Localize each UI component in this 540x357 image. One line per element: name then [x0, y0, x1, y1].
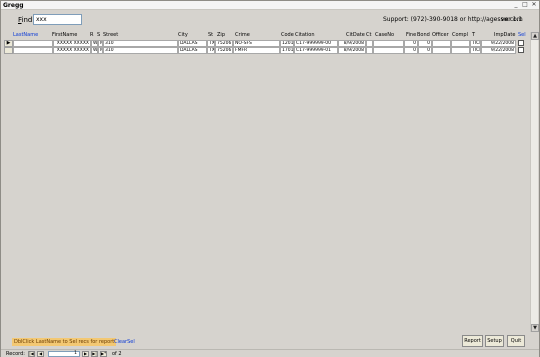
table-row[interactable]: ▶ XXXXX XXXXX W M 310 DALLAS TX 75206 NO… [4, 40, 529, 47]
form-window: Gregg _ □ ✕ Find: xxx Support: (972)-390… [0, 0, 540, 357]
col-citdate: CitDate [346, 32, 365, 38]
cell-zip[interactable]: 75206 [215, 40, 233, 47]
col-impdate: ImpDate [494, 32, 516, 38]
sel-checkbox[interactable] [518, 47, 524, 53]
col-sel[interactable]: Sel [518, 32, 526, 38]
report-button[interactable]: Report [462, 335, 483, 347]
cell-t[interactable]: TICK [470, 47, 481, 54]
col-fine: Fine [406, 32, 417, 38]
window-title: Gregg [3, 2, 24, 9]
cell-city[interactable]: DALLAS [178, 40, 207, 47]
clearsel-link[interactable]: ClearSel [114, 339, 135, 345]
of-label: of [112, 351, 117, 357]
minimize-icon[interactable]: _ [513, 2, 519, 8]
col-code: Code [281, 32, 294, 38]
cell-crime[interactable]: FMFR [233, 47, 280, 54]
col-t: T [472, 32, 476, 38]
cell-compl[interactable] [451, 47, 470, 54]
prev-record-icon[interactable]: ◀ [37, 351, 44, 357]
col-bond: Bond [417, 32, 430, 38]
version-text: ver 1.1 [501, 16, 523, 23]
cell-officer[interactable] [432, 40, 451, 47]
maximize-icon[interactable]: □ [522, 2, 528, 8]
hint-label: DblClick LastName to Sel recs for report [12, 338, 117, 346]
cell-impdate[interactable]: 9/22/2008 [481, 40, 516, 47]
setup-button[interactable]: Setup [485, 335, 504, 347]
col-firstname: FirstName [52, 32, 78, 38]
cell-code[interactable]: 1701 [280, 47, 294, 54]
col-crime: Crime [235, 32, 250, 38]
cell-officer[interactable] [432, 47, 451, 54]
col-citation: Citation [295, 32, 315, 38]
cell-fine[interactable]: 0 [404, 47, 418, 54]
cell-r[interactable]: W [91, 40, 98, 47]
title-bar: Gregg _ □ ✕ [1, 1, 539, 10]
col-zip: Zip [217, 32, 225, 38]
record-label: Record: [6, 351, 25, 357]
cell-st[interactable]: TX [207, 40, 215, 47]
record-count: of 2 [112, 351, 122, 357]
cell-citdate[interactable]: 8/9/2008 [338, 47, 366, 54]
cell-bond[interactable]: 0 [418, 47, 432, 54]
current-record-input[interactable]: 1 [48, 351, 80, 357]
total-records: 2 [118, 351, 122, 357]
col-compl: Compl [452, 32, 468, 38]
cell-zip[interactable]: 75206 [215, 47, 233, 54]
record-selector[interactable] [4, 47, 13, 54]
new-record-icon[interactable]: ▶* [100, 351, 107, 357]
cell-lastname[interactable] [13, 40, 53, 47]
cell-citdate[interactable]: 8/9/2008 [338, 40, 366, 47]
col-ct: Ct [366, 32, 372, 38]
col-city: City [178, 32, 188, 38]
table-row[interactable]: XXXXX XXXXX W M 310 DALLAS TX 75206 FMFR… [4, 47, 529, 54]
record-navigator: Record: |◀ ◀ 1 ▶ ▶| ▶* of 2 [1, 349, 539, 357]
window-controls: _ □ ✕ [513, 2, 537, 8]
cell-crime[interactable]: NO-SFS [233, 40, 280, 47]
col-officer: Officer [432, 32, 449, 38]
cell-code[interactable]: 1201 [280, 40, 294, 47]
cell-caseno[interactable] [373, 40, 404, 47]
cell-t[interactable]: TICK [470, 40, 481, 47]
close-icon[interactable]: ✕ [531, 2, 537, 8]
cell-compl[interactable] [451, 40, 470, 47]
record-selector[interactable]: ▶ [4, 40, 13, 47]
col-lastname[interactable]: LastName [13, 32, 38, 38]
col-s: S [97, 32, 101, 38]
cell-citation[interactable]: C17-999999-01 [294, 47, 338, 54]
scroll-down-icon[interactable]: ▼ [531, 324, 539, 332]
cell-ct[interactable] [366, 47, 373, 54]
next-record-icon[interactable]: ▶ [82, 351, 89, 357]
cell-impdate[interactable]: 9/22/2008 [481, 47, 516, 54]
col-st: St [208, 32, 214, 38]
cell-lastname[interactable] [13, 47, 53, 54]
cell-street[interactable]: 310 [103, 40, 178, 47]
cell-street[interactable]: 310 [103, 47, 178, 54]
col-r: R [90, 32, 94, 38]
scroll-up-icon[interactable]: ▲ [531, 32, 539, 40]
cell-st[interactable]: TX [207, 47, 215, 54]
cell-r[interactable]: W [91, 47, 98, 54]
cell-caseno[interactable] [373, 47, 404, 54]
cell-city[interactable]: DALLAS [178, 47, 207, 54]
cell-fine[interactable]: 0 [404, 40, 418, 47]
col-caseno: CaseNo [375, 32, 395, 38]
cell-firstname[interactable]: XXXXX XXXXX [53, 40, 91, 47]
cell-ct[interactable] [366, 40, 373, 47]
find-input[interactable]: xxx [33, 14, 82, 25]
last-record-icon[interactable]: ▶| [91, 351, 98, 357]
cell-bond[interactable]: 0 [418, 40, 432, 47]
cell-firstname[interactable]: XXXXX XXXXX [53, 47, 91, 54]
first-record-icon[interactable]: |◀ [28, 351, 35, 357]
quit-button[interactable]: Quit [507, 335, 525, 347]
cell-citation[interactable]: C17-999999-00 [294, 40, 338, 47]
column-headers: LastName FirstName R S Street City St Zi… [1, 32, 540, 40]
sel-checkbox[interactable] [518, 40, 524, 46]
vertical-scrollbar[interactable]: ▲ ▼ [530, 32, 539, 332]
col-street: Street [103, 32, 119, 38]
